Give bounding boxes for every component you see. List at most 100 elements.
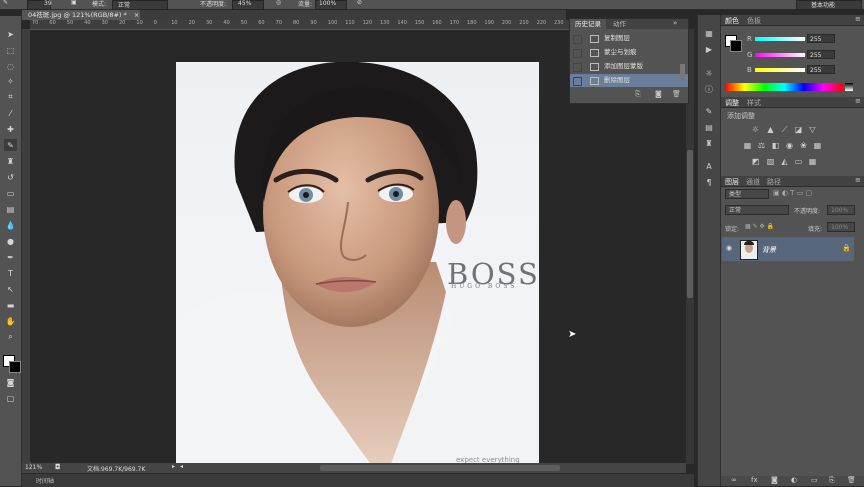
hand-tool-icon[interactable]: ✋ (4, 315, 17, 327)
color-spectrum-ramp[interactable] (725, 83, 843, 91)
new-layer-icon[interactable]: ⎘ (829, 476, 835, 485)
type-tool-icon[interactable]: T (4, 267, 17, 279)
brush-panel-icon[interactable]: ▣ (71, 0, 77, 6)
airbrush-icon[interactable]: ⊘ (357, 0, 362, 6)
invert-icon[interactable]: ◩ (751, 157, 760, 166)
path-selection-icon[interactable]: ↖ (4, 283, 17, 295)
history-item[interactable]: 添加图层蒙版 (570, 60, 688, 73)
visibility-eye-icon[interactable]: ◉ (726, 244, 732, 252)
new-document-from-state-icon[interactable]: ⎘ (635, 90, 641, 99)
tab-adjustments[interactable]: 调整 (725, 98, 739, 108)
layer-row-background[interactable]: ◉ 背景 🔒 (722, 237, 854, 261)
history-item-selected[interactable]: 删除图层 (570, 74, 688, 87)
opacity-field[interactable]: 45% (232, 0, 264, 10)
black-white-ramp[interactable] (845, 83, 853, 91)
exposure-icon[interactable]: ◪ (794, 125, 803, 134)
panel-menu-icon[interactable]: ≡ (855, 97, 861, 105)
color-lookup-icon[interactable]: ▦ (813, 141, 822, 150)
tab-actions[interactable]: 动作 (608, 19, 631, 29)
history-item[interactable]: 复制图层 (570, 32, 688, 45)
tab-history[interactable]: 历史记录 (570, 19, 606, 29)
green-slider[interactable] (755, 53, 805, 57)
selective-color-icon[interactable]: ▦ (808, 157, 817, 166)
pen-tool-icon[interactable]: ✒ (4, 251, 17, 263)
fill-field[interactable]: 100% (827, 222, 855, 232)
background-swatch[interactable] (730, 40, 742, 52)
layer-style-icon[interactable]: fx (751, 476, 758, 484)
pressure-opacity-icon[interactable]: ◎ (276, 0, 281, 6)
layer-name[interactable]: 背景 (762, 245, 776, 255)
quick-mask-icon[interactable]: ◙ (4, 376, 17, 388)
history-scroll-thumb[interactable] (680, 64, 685, 80)
red-slider[interactable] (755, 37, 805, 41)
layer-opacity-field[interactable]: 100% (827, 205, 855, 215)
shape-tool-icon[interactable]: ▬ (4, 299, 17, 311)
actions-panel-icon[interactable]: ▶ (703, 43, 715, 55)
blue-value-field[interactable]: 255 (807, 65, 835, 74)
gradient-map-icon[interactable]: ▭ (794, 157, 803, 166)
status-menu-arrow-icon[interactable]: ▸ (172, 463, 175, 470)
red-value-field[interactable]: 255 (807, 34, 835, 43)
tool-preset-icon[interactable]: ✎ (3, 0, 8, 6)
move-tool-icon[interactable]: ➤ (4, 28, 17, 40)
curves-icon[interactable]: ⟋ (780, 125, 789, 134)
snapshot-camera-icon[interactable]: ◙ (655, 90, 662, 98)
posterize-icon[interactable]: ▨ (766, 157, 775, 166)
vibrance-icon[interactable]: ▽ (808, 125, 817, 134)
clone-source-icon[interactable]: ♜ (703, 137, 715, 149)
channel-mixer-icon[interactable]: ❀ (799, 141, 808, 150)
vertical-scroll-thumb[interactable] (687, 150, 693, 298)
share-icon[interactable]: ◘ (55, 463, 61, 471)
delete-layer-icon[interactable]: 🗑 (847, 476, 856, 484)
info-panel-icon[interactable]: ⓘ (703, 83, 715, 95)
delete-state-icon[interactable]: 🗑 (672, 90, 681, 98)
close-tab-icon[interactable]: × (134, 11, 139, 19)
new-group-icon[interactable]: ▭ (811, 476, 818, 484)
document-image[interactable]: BOSS HUGO BOSS expect everything (176, 62, 539, 464)
scroll-left-icon[interactable]: ◂ (180, 463, 183, 470)
lasso-tool-icon[interactable]: ◌ (4, 60, 17, 72)
hue-saturation-icon[interactable]: ▦ (743, 141, 752, 150)
history-item[interactable]: 蒙尘与划痕 (570, 46, 688, 59)
levels-icon[interactable]: ▲ (766, 125, 775, 134)
brush-tool-icon[interactable]: ✎ (4, 139, 17, 151)
paragraph-panel-icon[interactable]: ¶ (703, 176, 715, 188)
adjustments-sun-icon[interactable]: ☼ (703, 67, 715, 79)
blur-tool-icon[interactable]: 💧 (4, 219, 17, 231)
new-adjustment-icon[interactable]: ◐ (791, 476, 797, 484)
layer-filter-select[interactable]: 类型 (725, 189, 769, 199)
green-value-field[interactable]: 255 (807, 50, 835, 59)
clone-stamp-icon[interactable]: ♜ (4, 155, 17, 167)
color-balance-icon[interactable]: ⚖ (757, 141, 766, 150)
tab-color[interactable]: 颜色 (725, 16, 739, 26)
character-panel-icon[interactable]: A (703, 160, 715, 172)
workspace-switcher[interactable]: 基本功能 (796, 0, 862, 10)
brightness-contrast-icon[interactable]: ☼ (751, 125, 760, 134)
tab-channels[interactable]: 通道 (746, 177, 760, 187)
tab-layers[interactable]: 图层 (725, 177, 739, 187)
add-mask-icon[interactable]: ◙ (771, 476, 778, 484)
screen-mode-icon[interactable]: ▢ (4, 392, 17, 404)
marquee-tool-icon[interactable]: ⬚ (4, 44, 17, 56)
brush-size-picker[interactable]: 39 (27, 0, 52, 10)
eraser-icon[interactable]: ▭ (4, 187, 17, 199)
photo-filter-icon[interactable]: ◉ (785, 141, 794, 150)
blue-slider[interactable] (755, 68, 805, 72)
dodge-tool-icon[interactable]: ● (4, 235, 17, 247)
tab-swatches[interactable]: 色板 (747, 16, 761, 26)
history-brush-icon[interactable]: ↺ (4, 171, 17, 183)
flow-field[interactable]: 100% (315, 0, 347, 10)
zoom-level[interactable]: 121% (25, 464, 42, 471)
tab-styles[interactable]: 样式 (747, 98, 761, 108)
brush-panel-icon[interactable]: ▤ (703, 121, 715, 133)
crop-tool-icon[interactable]: ⌗ (4, 91, 17, 103)
threshold-icon[interactable]: ◭ (780, 157, 789, 166)
panel-menu-icon[interactable]: ≡ (855, 176, 861, 184)
mode-select[interactable]: 正常 (112, 0, 168, 10)
link-layers-icon[interactable]: ∞ (731, 476, 737, 484)
horizontal-scroll-thumb[interactable] (320, 465, 560, 471)
history-panel-icon[interactable]: ▦ (703, 27, 715, 39)
black-white-icon[interactable]: ◧ (771, 141, 780, 150)
lock-icons[interactable]: ▦ ✎ ✥ 🔒 (745, 223, 774, 230)
brush-preset-icon[interactable]: ✎ (703, 105, 715, 117)
